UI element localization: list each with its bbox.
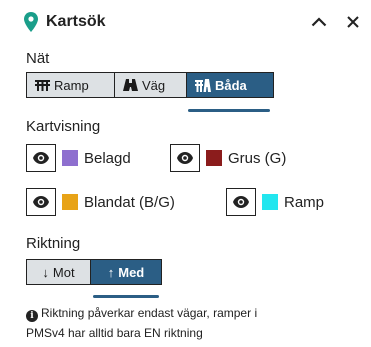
layer-label: Blandat (B/G)	[84, 193, 175, 211]
nat-active-indicator	[188, 109, 270, 112]
riktning-active-indicator	[93, 295, 159, 298]
visibility-toggle-ramp[interactable]	[226, 188, 256, 216]
layer-label: Belagd	[84, 149, 131, 167]
kartvisning-label: Kartvisning	[26, 118, 101, 135]
riktning-option-mot[interactable]: ↓ Mot	[27, 260, 91, 284]
layer-color-swatch	[62, 194, 78, 210]
layer-label: Grus (G)	[228, 149, 287, 167]
nat-option-label: Båda	[215, 77, 247, 93]
visibility-toggle-belagd[interactable]	[26, 144, 56, 172]
nat-option-bada[interactable]: Båda	[187, 73, 273, 97]
eye-icon	[33, 196, 49, 208]
eye-icon	[33, 152, 49, 164]
riktning-option-label: Med	[118, 264, 145, 280]
panel-title: Kartsök	[46, 13, 106, 30]
layer-color-swatch	[206, 150, 222, 166]
eye-icon	[233, 196, 249, 208]
riktning-toggle-group: ↓ Mot ↑ Med	[26, 259, 162, 285]
layer-color-swatch	[62, 150, 78, 166]
chevron-up-icon	[311, 17, 327, 27]
arrow-up-icon: ↑	[107, 264, 115, 280]
visibility-toggle-blandat[interactable]	[26, 188, 56, 216]
panel-header: Kartsök	[24, 10, 357, 34]
nat-toggle-group: Ramp Väg Båda	[26, 72, 274, 98]
layer-ramp: Ramp	[226, 188, 324, 216]
kartsok-panel: Kartsök Nät Ramp Väg Båda Kartvisning Be…	[0, 0, 371, 347]
arrow-down-icon: ↓	[42, 264, 49, 280]
map-pin-icon	[24, 12, 38, 32]
close-icon	[347, 16, 359, 28]
riktning-option-label: Mot	[52, 264, 75, 280]
layer-label: Ramp	[284, 193, 325, 211]
nat-option-vag[interactable]: Väg	[115, 73, 187, 97]
layer-blandat: Blandat (B/G)	[26, 188, 175, 216]
nat-option-label: Väg	[142, 77, 166, 93]
eye-icon	[177, 152, 193, 164]
layer-grus: Grus (G)	[170, 144, 286, 172]
riktning-option-med[interactable]: ↑ Med	[91, 260, 161, 284]
nat-option-ramp[interactable]: Ramp	[27, 73, 115, 97]
close-button[interactable]	[343, 12, 363, 32]
info-icon: i	[26, 310, 38, 322]
collapse-button[interactable]	[309, 12, 329, 32]
layer-color-swatch	[262, 194, 278, 210]
layer-belagd: Belagd	[26, 144, 131, 172]
info-line-2: PMSv4 har alltid bara EN riktning	[26, 326, 203, 340]
both-icon	[195, 78, 211, 92]
riktning-label: Riktning	[26, 235, 81, 252]
ramp-icon	[35, 79, 50, 91]
info-line-1: Riktning påverkar endast vägar, ramper i	[41, 306, 258, 320]
visibility-toggle-grus[interactable]	[170, 144, 200, 172]
nat-option-label: Ramp	[54, 77, 89, 93]
direction-info-note: i Riktning påverkar endast vägar, ramper …	[26, 303, 346, 343]
nat-label: Nät	[26, 50, 50, 67]
road-icon	[123, 79, 138, 91]
